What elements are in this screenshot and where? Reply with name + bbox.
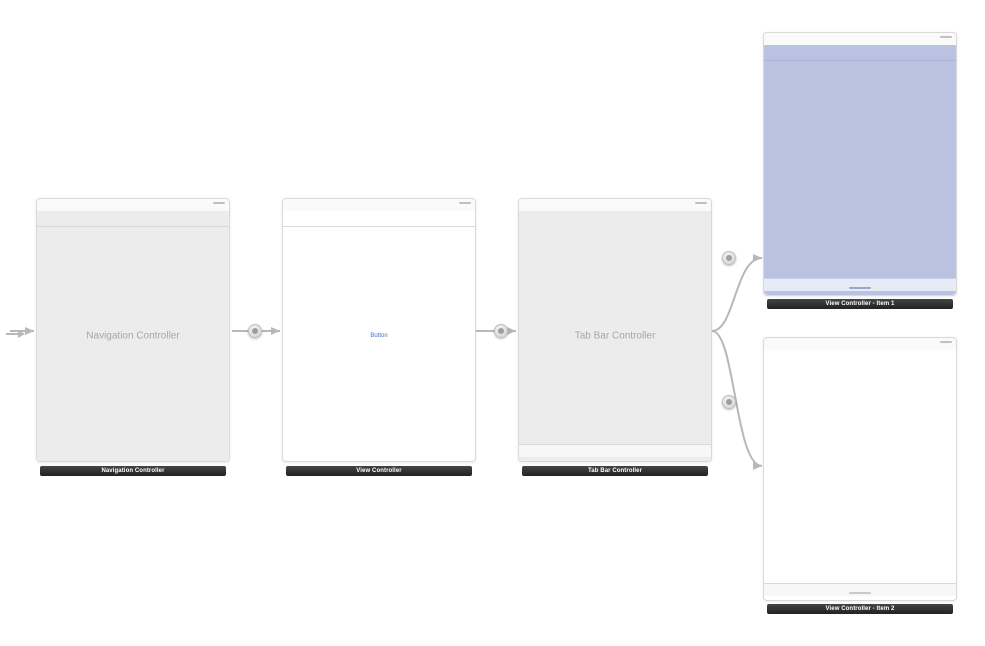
- segue-relationship-item1[interactable]: [722, 251, 736, 265]
- scene-view-controller-item-1[interactable]: [763, 32, 957, 296]
- tab-bar: [764, 583, 956, 596]
- scene-caption-navigation-controller: Navigation Controller: [40, 466, 226, 476]
- ui-button[interactable]: Button: [283, 333, 475, 339]
- scene-body[interactable]: Tab Bar Controller: [519, 211, 711, 461]
- home-indicator-icon: [849, 592, 871, 594]
- initial-controller-arrow: [6, 326, 26, 336]
- scene-caption-item-1: View Controller - Item 1: [767, 299, 953, 309]
- placeholder-label: Tab Bar Controller: [519, 331, 711, 342]
- scene-navigation-controller[interactable]: Navigation Controller: [36, 198, 230, 462]
- nav-bar-divider: [37, 226, 229, 227]
- scene-view-controller-item-2[interactable]: [763, 337, 957, 601]
- stoplight-icon: [936, 35, 952, 41]
- scene-body[interactable]: Button: [283, 211, 475, 461]
- stoplight-icon: [209, 201, 225, 207]
- stoplight-icon: [936, 340, 952, 346]
- scene-tab-bar-controller[interactable]: Tab Bar Controller: [518, 198, 712, 462]
- scene-caption-item-2: View Controller - Item 2: [767, 604, 953, 614]
- nav-bar-divider: [283, 226, 475, 227]
- scene-view-controller[interactable]: Button: [282, 198, 476, 462]
- segue-show[interactable]: [494, 324, 508, 338]
- scene-caption-view-controller: View Controller: [286, 466, 472, 476]
- segue-root[interactable]: [248, 324, 262, 338]
- scene-caption-tab-bar-controller: Tab Bar Controller: [522, 466, 708, 476]
- scene-body[interactable]: Navigation Controller: [37, 211, 229, 461]
- tab-bar: [519, 444, 711, 457]
- nav-bar-divider: [764, 60, 956, 61]
- placeholder-label: Navigation Controller: [37, 331, 229, 342]
- scene-body[interactable]: [764, 350, 956, 600]
- stoplight-icon: [455, 201, 471, 207]
- stoplight-icon: [691, 201, 707, 207]
- scene-body[interactable]: [764, 45, 956, 295]
- segue-relationship-item2[interactable]: [722, 395, 736, 409]
- tab-bar: [764, 278, 956, 291]
- home-indicator-icon: [849, 287, 871, 289]
